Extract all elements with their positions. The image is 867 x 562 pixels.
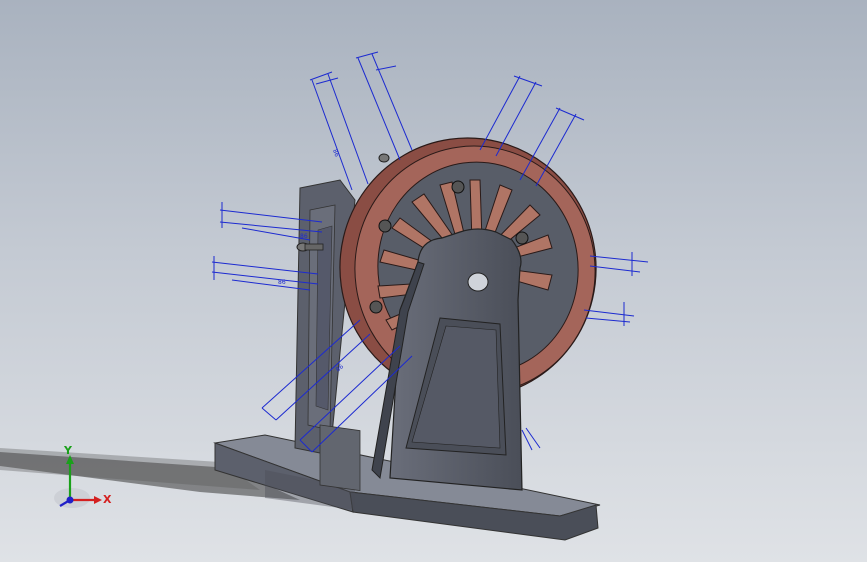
x-axis-label: X: [103, 493, 112, 506]
dimension-label: 86: [278, 279, 286, 286]
cad-3d-viewport[interactable]: 86 86 86 86 Y X: [0, 0, 867, 562]
y-axis-label: Y: [63, 444, 73, 457]
dimension-label: 86: [331, 148, 340, 158]
dimension-label: 86: [300, 233, 308, 240]
